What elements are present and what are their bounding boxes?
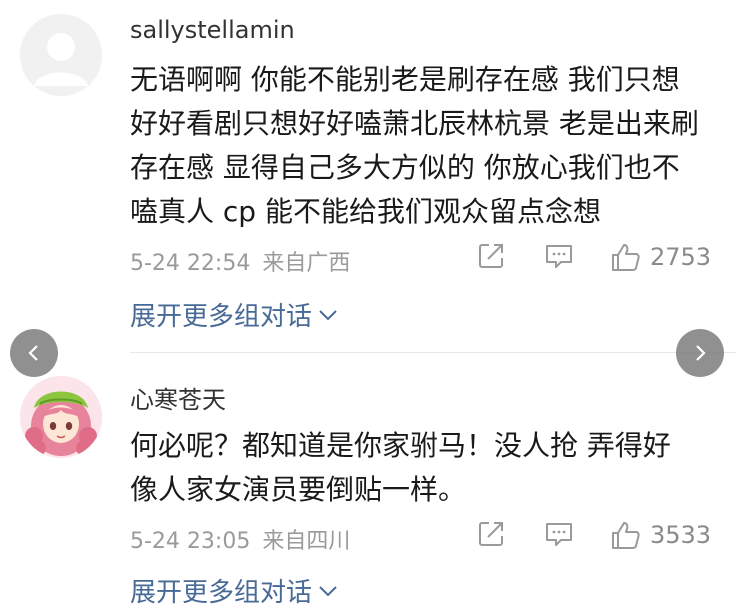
comment-time: 5-24 23:05 <box>130 529 251 554</box>
comment-text-line: 何必呢？都知道是你家驸马！没人抢 弄得好 <box>130 429 671 462</box>
anime-girl-avatar-icon <box>20 376 102 458</box>
thumbs-up-icon <box>612 522 640 549</box>
comment-text-line: 好好看剧只想好好嗑萧北辰林杭景 老是出来刷 <box>130 107 699 140</box>
divider <box>130 352 736 353</box>
chevron-down-icon <box>319 309 337 320</box>
comment-text-line: 无语啊啊 你能不能别老是刷存在感 我们只想 <box>130 63 680 96</box>
share-icon <box>479 244 503 268</box>
comment-username[interactable]: 心寒苍天 <box>130 380 226 415</box>
comment-meta-row: 5-24 23:05 来自四川 3533 <box>130 519 714 555</box>
comment-meta: 5-24 23:05 来自四川 <box>130 523 350 555</box>
like-button[interactable]: 2753 <box>610 241 711 273</box>
avatar[interactable] <box>20 376 102 458</box>
default-avatar-icon <box>20 14 102 96</box>
comment-meta: 5-24 22:54 来自广西 <box>130 245 350 277</box>
expand-label: 展开更多组对话 <box>130 578 313 608</box>
comment-icon <box>546 245 572 268</box>
like-button[interactable]: 3533 <box>610 519 711 551</box>
avatar[interactable] <box>20 14 102 96</box>
like-count: 2753 <box>650 243 712 271</box>
chevron-right-icon <box>696 345 706 361</box>
expand-conversation-link[interactable]: 展开更多组对话 <box>130 572 338 609</box>
expand-conversation-link[interactable]: 展开更多组对话 <box>130 296 338 333</box>
like-count: 3533 <box>650 521 712 549</box>
comment-text-line: 存在感 显得自己多大方似的 你放心我们也不 <box>130 151 680 184</box>
comment-text-line: 嗑真人 cp 能不能给我们观众留点念想 <box>130 195 601 228</box>
share-icon <box>479 522 503 546</box>
comment-location: 来自四川 <box>262 529 351 554</box>
comment-text: 无语啊啊 你能不能别老是刷存在感 我们只想 好好看剧只想好好嗑萧北辰林杭景 老是… <box>130 58 710 234</box>
next-button[interactable] <box>676 329 724 377</box>
comment-icon <box>546 523 572 546</box>
comment-location: 来自广西 <box>262 251 351 276</box>
comment-time: 5-24 22:54 <box>130 251 251 276</box>
comment-username[interactable]: sallystellamin <box>130 16 295 44</box>
previous-button[interactable] <box>10 329 58 377</box>
comment-item: 心寒苍天 何必呢？都知道是你家驸马！没人抢 弄得好 像人家女演员要倒贴一样。 5… <box>0 354 736 614</box>
comment-text: 何必呢？都知道是你家驸马！没人抢 弄得好 像人家女演员要倒贴一样。 <box>130 424 710 512</box>
comment-item: sallystellamin 无语啊啊 你能不能别老是刷存在感 我们只想 好好看… <box>0 0 736 353</box>
share-button[interactable] <box>476 241 506 271</box>
expand-label: 展开更多组对话 <box>130 302 313 332</box>
comment-button[interactable] <box>544 519 574 549</box>
chevron-down-icon <box>319 585 337 596</box>
comment-meta-row: 5-24 22:54 来自广西 2753 <box>130 241 714 277</box>
chevron-left-icon <box>28 345 38 361</box>
comment-button[interactable] <box>544 241 574 271</box>
comment-text-line: 像人家女演员要倒贴一样。 <box>130 473 467 506</box>
share-button[interactable] <box>476 519 506 549</box>
thumbs-up-icon <box>612 244 640 271</box>
